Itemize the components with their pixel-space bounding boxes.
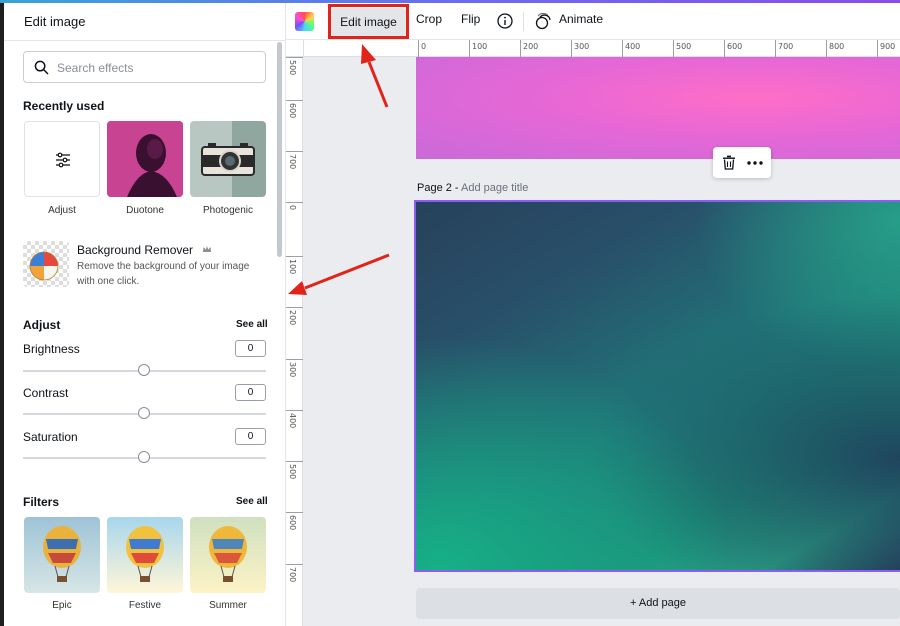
filter-summer-label: Summer [209, 600, 247, 611]
page-2-header: Page 2 - Add page title [417, 182, 528, 194]
info-icon[interactable] [497, 13, 513, 29]
add-page-title-field[interactable]: Add page title [461, 182, 528, 194]
recent-photogenic-label: Photogenic [202, 205, 254, 216]
recent-adjust-tile[interactable] [24, 121, 100, 197]
trash-icon[interactable] [722, 155, 736, 170]
add-page-button[interactable]: + Add page [416, 588, 900, 619]
page-2-design-selected[interactable] [414, 200, 900, 572]
filter-festive-label: Festive [128, 600, 162, 611]
crown-icon [203, 246, 212, 252]
background-remover-title-text: Background Remover [77, 243, 194, 257]
brightness-value-input[interactable]: 0 [235, 340, 266, 357]
search-input[interactable] [57, 58, 257, 78]
sliders-icon [56, 152, 70, 168]
hot-air-balloon-image [24, 517, 100, 593]
recent-duotone-label: Duotone [126, 205, 164, 216]
panel-scrollbar[interactable] [277, 42, 282, 257]
contrast-value-input[interactable]: 0 [235, 384, 266, 401]
background-remover-title[interactable]: Background Remover [77, 243, 212, 257]
recently-used-title: Recently used [23, 99, 105, 113]
filters-see-all-link[interactable]: See all [236, 496, 268, 507]
beach-ball-image [29, 251, 59, 281]
filter-festive-tile[interactable] [107, 517, 183, 593]
filter-summer-tile[interactable] [190, 517, 266, 593]
search-effects-field[interactable] [23, 51, 266, 83]
recent-photogenic-tile[interactable] [190, 121, 266, 197]
background-remover-thumb[interactable] [23, 241, 69, 287]
hot-air-balloon-image [107, 517, 183, 593]
animate-icon[interactable] [535, 13, 552, 30]
page-2-title: Page 2 - [417, 182, 459, 194]
background-remover-description: Remove the background of your image with… [77, 261, 250, 287]
page-1-design[interactable] [416, 57, 900, 159]
animate-button[interactable]: Animate [559, 12, 603, 26]
contrast-slider-handle[interactable] [138, 407, 150, 419]
adjust-title: Adjust [23, 318, 61, 332]
toolbar-divider [523, 12, 524, 31]
saturation-slider-handle[interactable] [138, 451, 150, 463]
highlight-box [328, 4, 409, 39]
filter-epic-tile[interactable] [24, 517, 100, 593]
color-picker-button[interactable] [295, 12, 314, 31]
recent-adjust-label: Adjust [48, 205, 76, 216]
top-ruler: 0 100 200 300 400 500 600 700 800 900 [304, 40, 900, 57]
search-icon [34, 60, 49, 75]
flip-button[interactable]: Flip [461, 12, 480, 26]
ruler-corner [286, 40, 304, 57]
brightness-slider-handle[interactable] [138, 364, 150, 376]
gradient-background-image [416, 202, 900, 570]
panel-title: Edit image [24, 14, 86, 29]
adjust-see-all-link[interactable]: See all [236, 319, 268, 330]
recent-duotone-tile[interactable] [107, 121, 183, 197]
panel-header: Edit image [4, 3, 285, 41]
duotone-portrait-image [107, 121, 183, 197]
left-ruler: 500 600 700 0 100 200 300 400 500 600 70… [286, 57, 303, 626]
crop-button[interactable]: Crop [416, 12, 442, 26]
page-actions-bar [713, 147, 771, 178]
camera-image [201, 143, 255, 176]
filter-epic-label: Epic [52, 600, 72, 611]
contrast-label: Contrast [23, 386, 69, 400]
brightness-label: Brightness [23, 342, 80, 356]
filters-title: Filters [23, 495, 60, 509]
saturation-value-input[interactable]: 0 [235, 428, 266, 445]
hot-air-balloon-image [190, 517, 266, 593]
panel-edge [0, 3, 4, 626]
more-options-icon[interactable] [747, 161, 763, 165]
saturation-label: Saturation [23, 430, 78, 444]
